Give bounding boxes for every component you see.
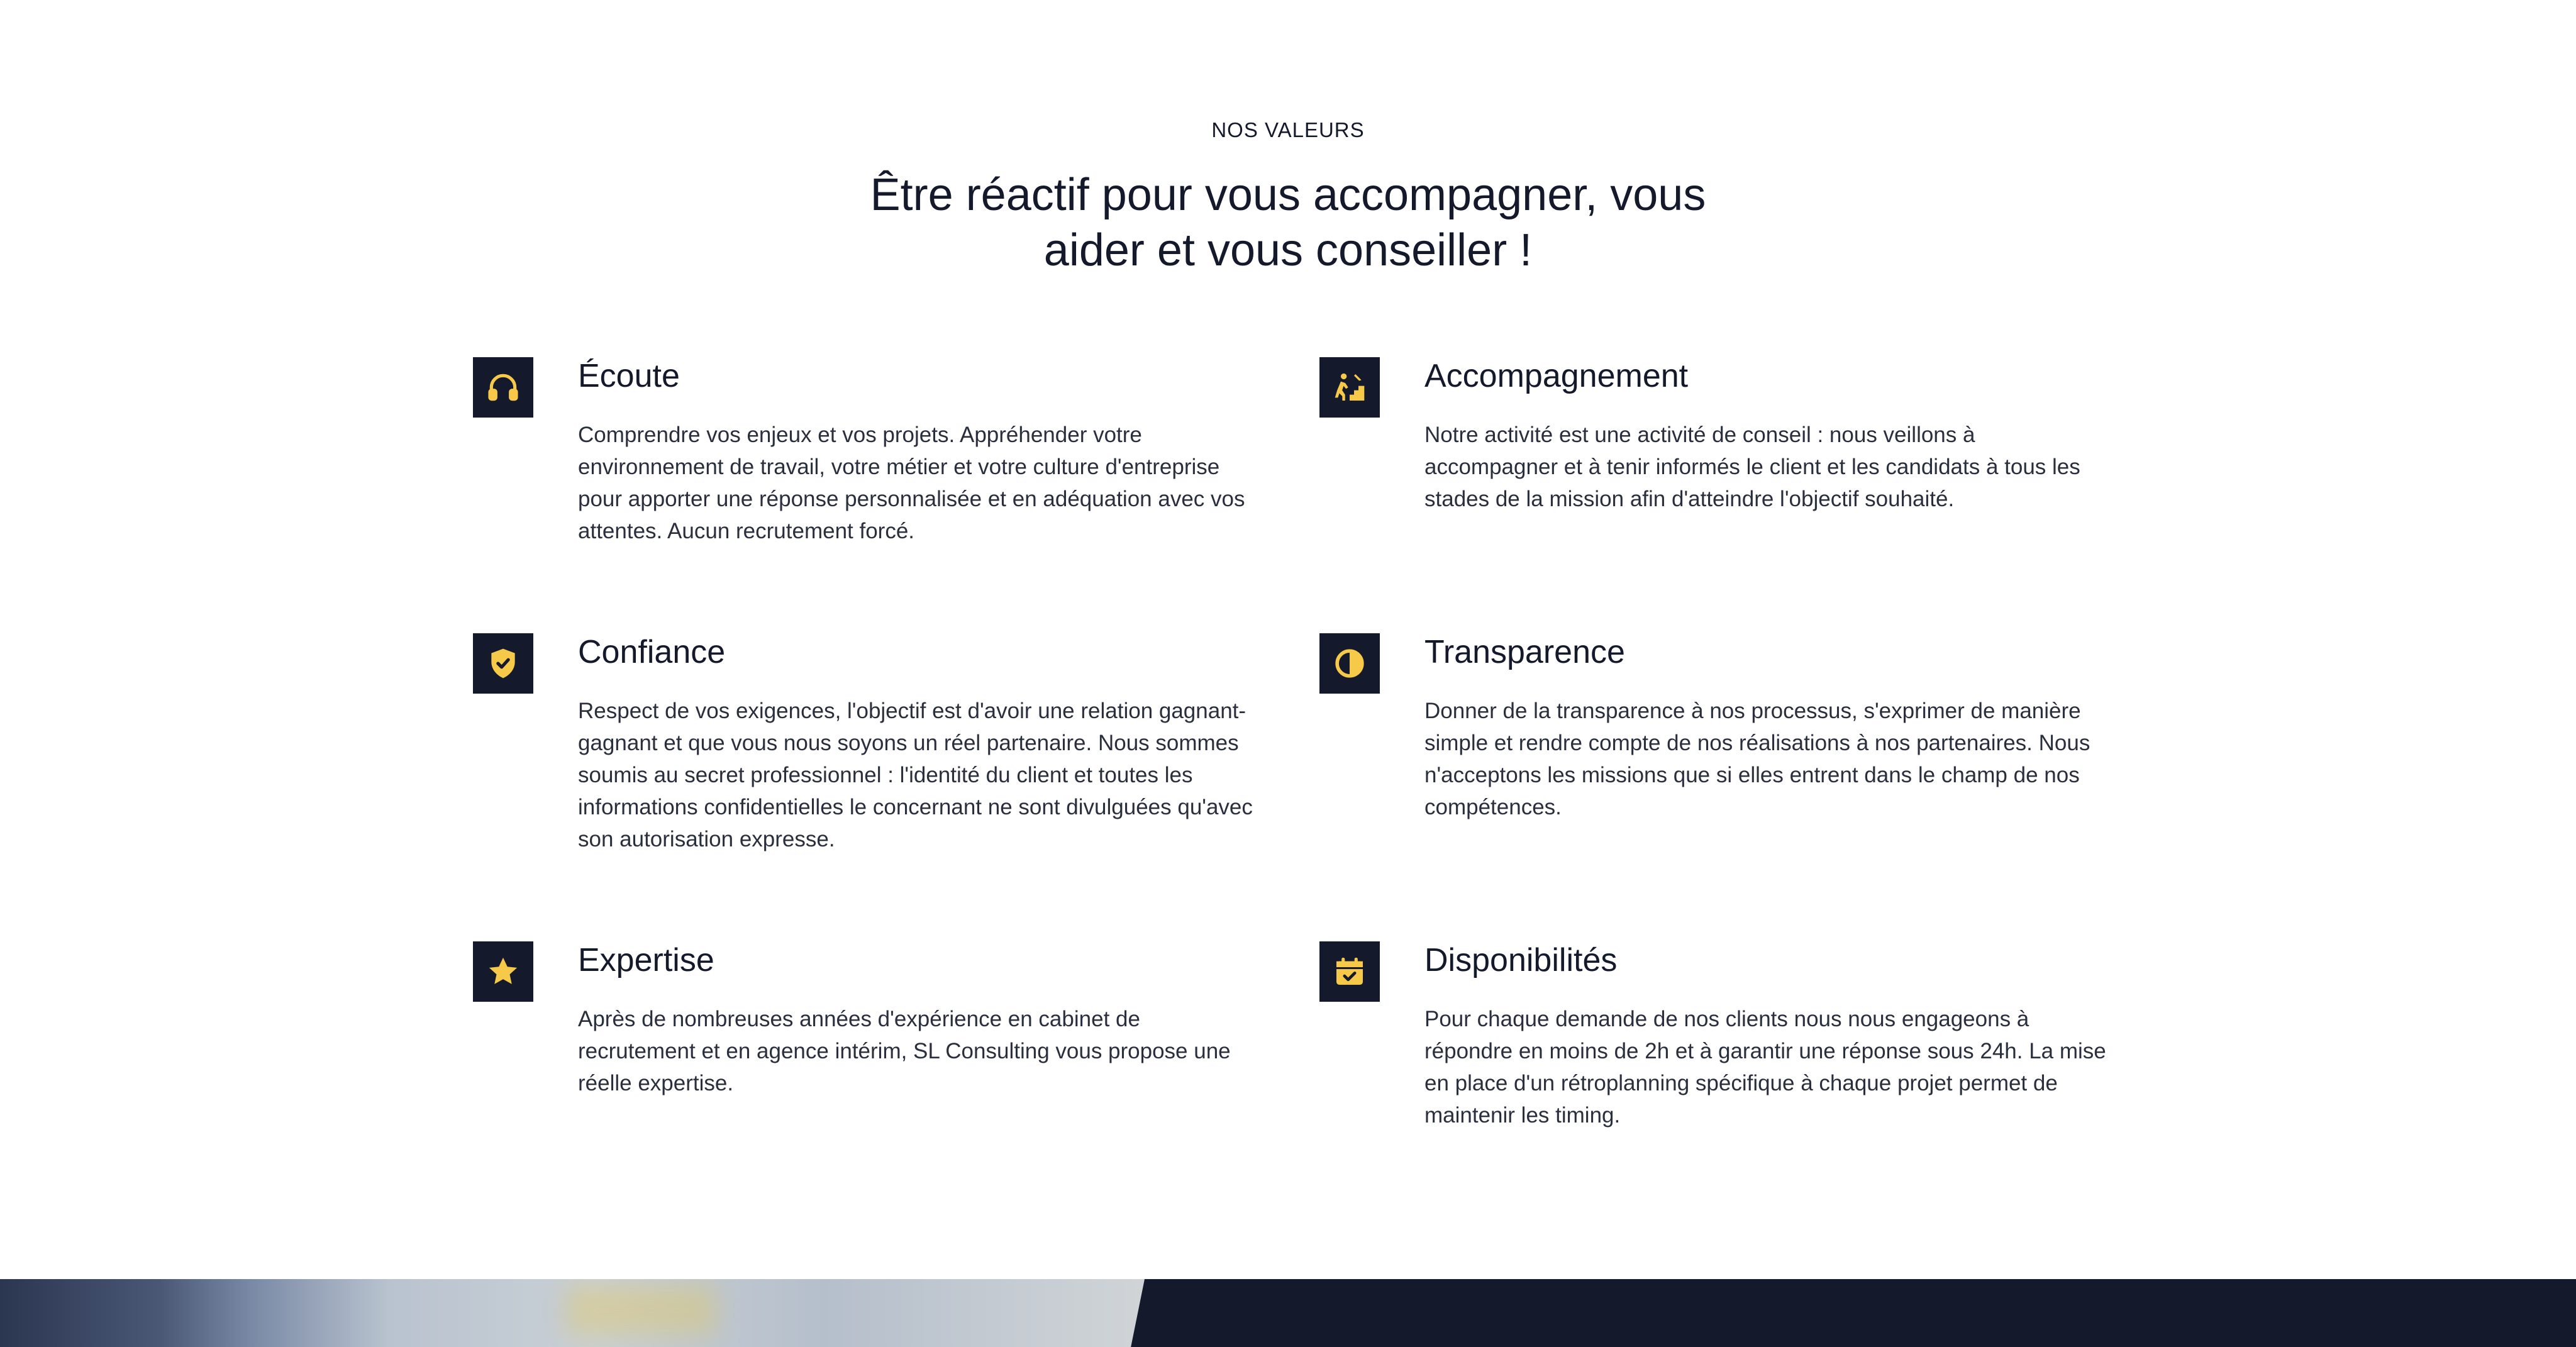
headline-line-2: aider et vous conseiller !	[1043, 225, 1533, 275]
value-description: Pour chaque demande de nos clients nous …	[1424, 1007, 2106, 1128]
value-title: Confiance	[578, 634, 726, 670]
calendar-check-icon	[1319, 941, 1380, 1002]
section-headline: Être réactif pour vous accompagner, vous…	[755, 167, 1821, 278]
value-description: Respect de vos exigences, l'objectif est…	[578, 699, 1253, 851]
value-title: Écoute	[578, 358, 680, 394]
value-title: Expertise	[578, 942, 714, 978]
half-circle-icon	[1319, 633, 1380, 694]
headline-line-1: Être réactif pour vous accompagner, vous	[870, 170, 1706, 220]
next-section-photo	[0, 1279, 1145, 1347]
person-stairs-icon	[1319, 357, 1380, 418]
value-description: Donner de la transparence à nos processu…	[1424, 699, 2090, 819]
value-description: Comprendre vos enjeux et vos projets. Ap…	[578, 423, 1245, 543]
star-icon	[473, 941, 533, 1002]
shield-check-icon	[473, 633, 533, 694]
section-eyebrow: NOS VALEURS	[1211, 118, 1365, 141]
headphones-icon	[473, 357, 533, 418]
values-section: NOS VALEURS Être réactif pour vous accom…	[0, 0, 2576, 1347]
value-title: Accompagnement	[1424, 358, 1689, 394]
value-title: Transparence	[1424, 634, 1625, 670]
value-description: Après de nombreuses années d'expérience …	[578, 1007, 1231, 1095]
value-title: Disponibilités	[1424, 942, 1618, 978]
value-description: Notre activité est une activité de conse…	[1424, 423, 2080, 511]
